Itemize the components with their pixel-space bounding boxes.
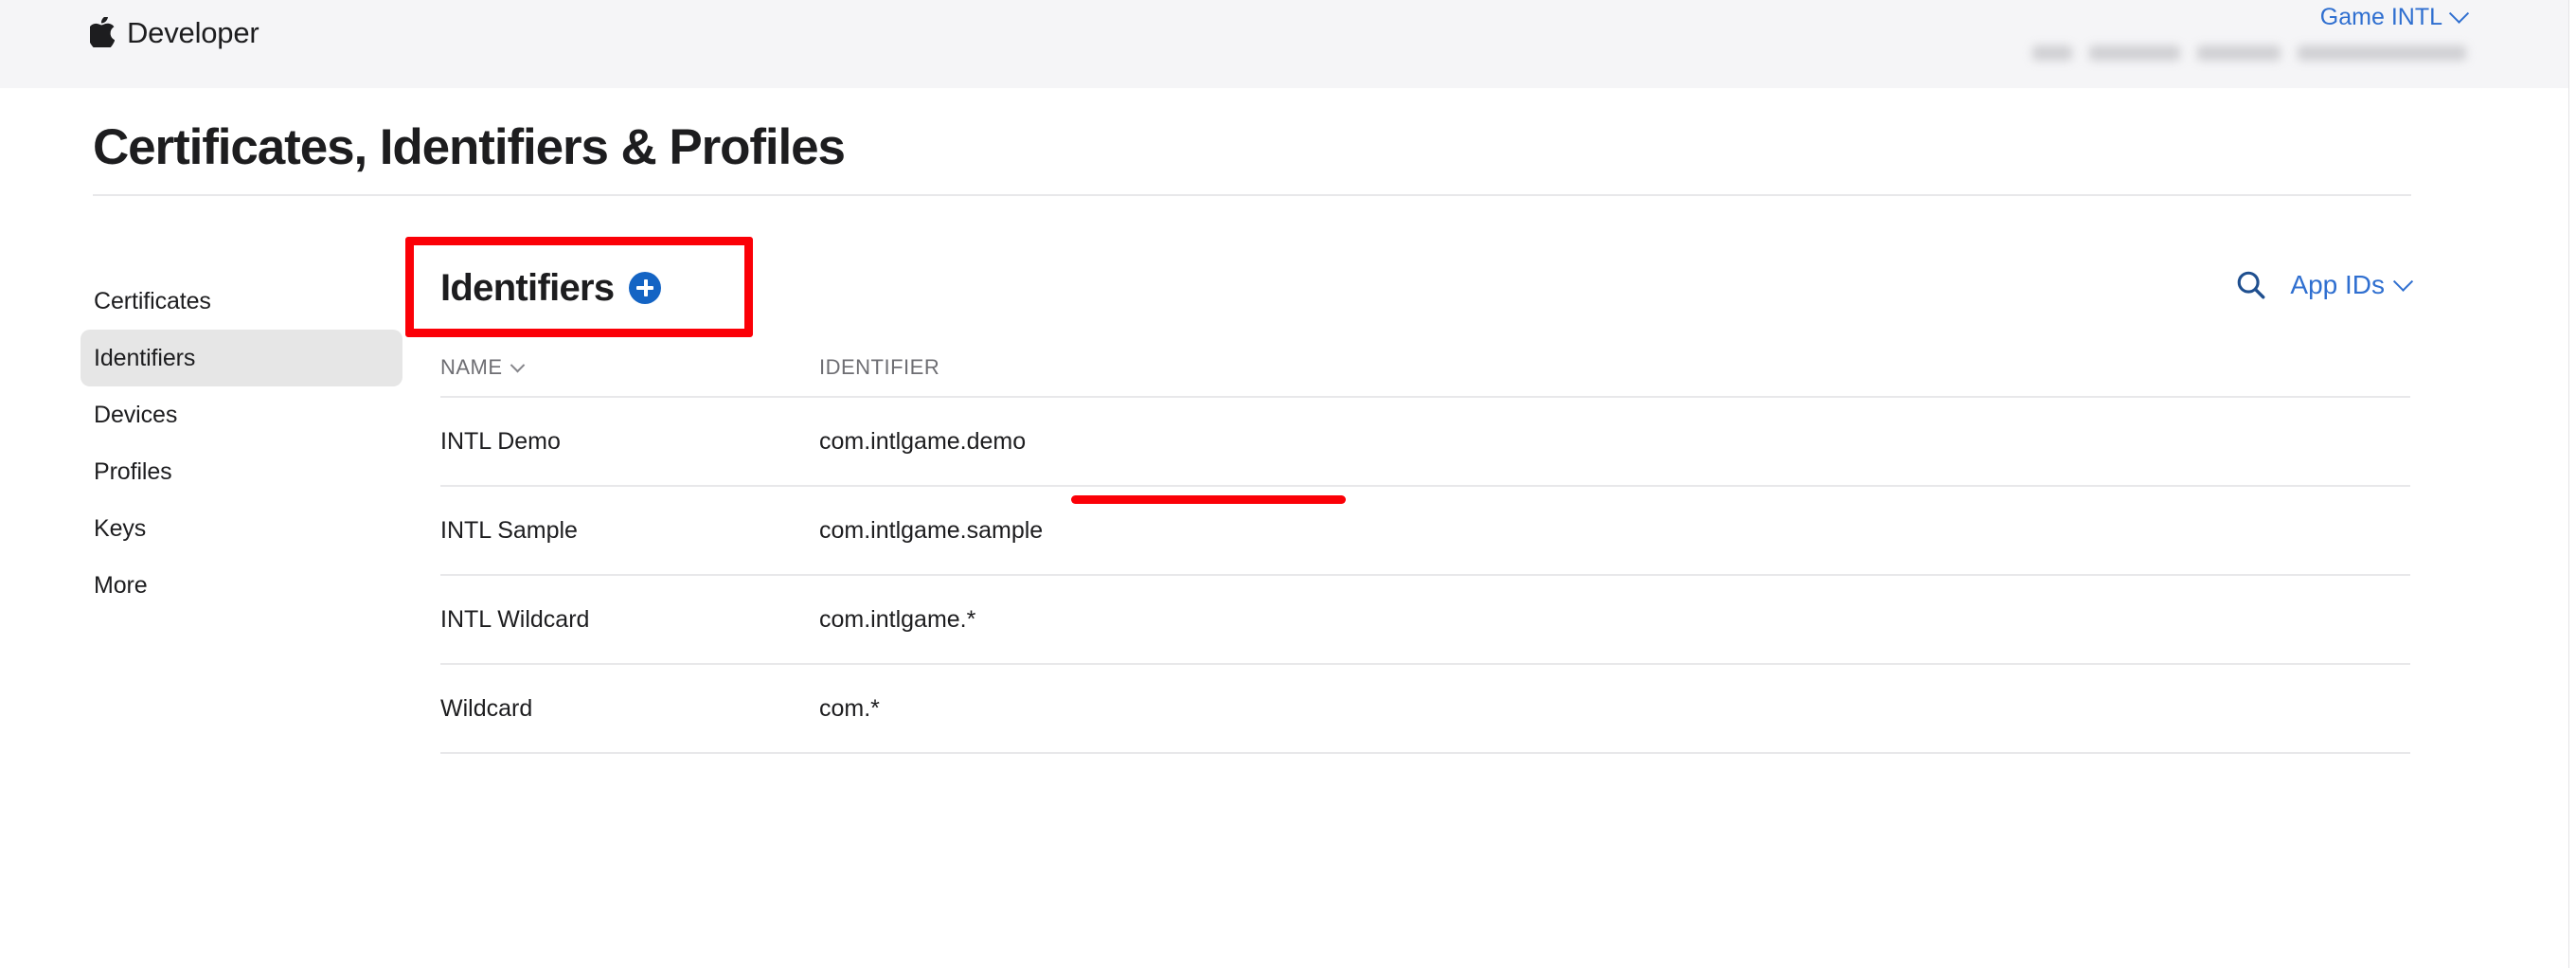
- column-header-name[interactable]: NAME: [440, 355, 819, 380]
- section-title-group: Identifiers: [440, 269, 661, 307]
- column-header-identifier: IDENTIFIER: [819, 355, 2410, 380]
- brand-label: Developer: [127, 18, 259, 47]
- sidebar-item-certificates[interactable]: Certificates: [80, 273, 402, 330]
- cell-identifier: com.*: [819, 695, 2410, 723]
- table-header-row: NAME IDENTIFIER: [440, 339, 2410, 398]
- add-identifier-button[interactable]: [629, 272, 661, 304]
- global-header: Developer Game INTL: [0, 0, 2568, 88]
- redacted-account-details: [2032, 45, 2466, 61]
- column-header-identifier-label: IDENTIFIER: [819, 355, 939, 379]
- table-row[interactable]: INTL Demo com.intlgame.demo: [440, 398, 2410, 487]
- sidebar-item-label: Profiles: [94, 458, 172, 486]
- identifiers-panel: Identifiers App IDs NAME: [440, 248, 2410, 754]
- sidebar-item-label: More: [94, 572, 148, 600]
- page-title: Certificates, Identifiers & Profiles: [93, 119, 845, 177]
- cell-name: INTL Sample: [440, 517, 819, 545]
- column-header-name-label: NAME: [440, 355, 503, 380]
- cell-identifier: com.intlgame.demo: [819, 428, 2410, 456]
- panel-filter-group: App IDs: [2235, 269, 2410, 301]
- sidebar-item-label: Devices: [94, 402, 177, 429]
- app-page: Developer Game INTL Certificates, Identi…: [0, 0, 2576, 968]
- cell-identifier: com.intlgame.sample: [819, 517, 2410, 545]
- chevron-down-icon: [510, 357, 525, 372]
- cell-name: INTL Demo: [440, 428, 819, 456]
- table-row[interactable]: INTL Sample com.intlgame.sample: [440, 487, 2410, 576]
- identifiers-table: NAME IDENTIFIER INTL Demo com.intlgame.d…: [440, 339, 2410, 754]
- account-menu[interactable]: Game INTL: [2320, 4, 2466, 31]
- chevron-down-icon: [2393, 271, 2413, 291]
- sidebar-item-keys[interactable]: Keys: [80, 500, 402, 557]
- developer-brand[interactable]: Developer: [90, 13, 259, 51]
- sidebar-item-identifiers[interactable]: Identifiers: [80, 330, 402, 386]
- filter-label: App IDs: [2290, 270, 2385, 300]
- title-divider: [93, 194, 2411, 196]
- chevron-down-icon: [2449, 4, 2469, 24]
- apple-logo-icon: [90, 17, 115, 47]
- page-scrollbar[interactable]: [2568, 0, 2576, 968]
- sidebar-item-profiles[interactable]: Profiles: [80, 443, 402, 500]
- sidebar-item-devices[interactable]: Devices: [80, 386, 402, 443]
- cell-name: Wildcard: [440, 695, 819, 723]
- table-row[interactable]: Wildcard com.*: [440, 665, 2410, 754]
- section-title: Identifiers: [440, 269, 614, 307]
- sidebar-nav: Certificates Identifiers Devices Profile…: [80, 273, 402, 614]
- cell-identifier: com.intlgame.*: [819, 606, 2410, 634]
- panel-header: Identifiers App IDs: [440, 248, 2410, 339]
- account-name-label: Game INTL: [2320, 4, 2442, 31]
- table-row[interactable]: INTL Wildcard com.intlgame.*: [440, 576, 2410, 665]
- sidebar-item-label: Certificates: [94, 288, 211, 315]
- search-icon[interactable]: [2235, 269, 2267, 301]
- sidebar-item-label: Keys: [94, 515, 146, 543]
- sidebar-item-label: Identifiers: [94, 345, 195, 372]
- app-ids-filter-select[interactable]: App IDs: [2290, 270, 2410, 300]
- cell-name: INTL Wildcard: [440, 606, 819, 634]
- sidebar-item-more[interactable]: More: [80, 557, 402, 614]
